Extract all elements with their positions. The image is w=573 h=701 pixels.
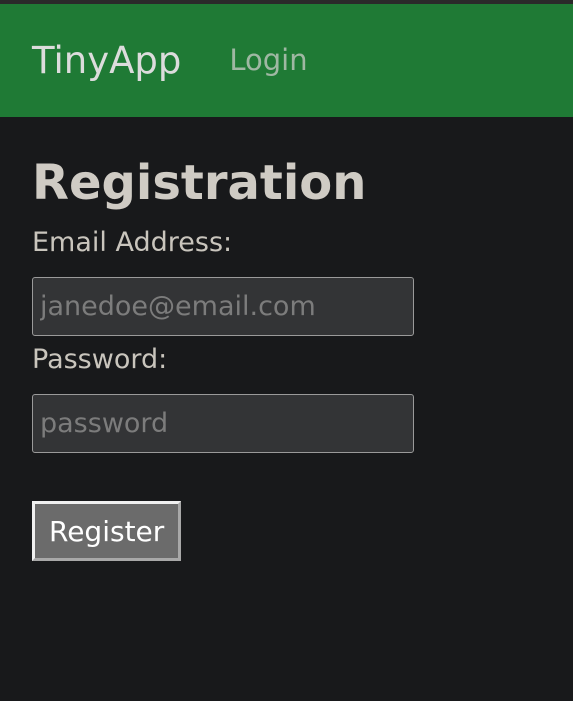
registration-page: Registration Email Address: Password: Re… [0, 117, 573, 562]
register-button[interactable]: Register [32, 501, 182, 562]
login-link[interactable]: Login [229, 46, 307, 75]
registration-form: Email Address: Password: Register [32, 227, 573, 562]
password-field[interactable] [32, 394, 414, 454]
navbar: TinyApp Login [0, 4, 573, 117]
page-title: Registration [32, 155, 367, 211]
email-field[interactable] [32, 276, 414, 336]
email-label: Email Address: [32, 226, 233, 258]
brand-link[interactable]: TinyApp [32, 42, 181, 79]
password-label: Password: [32, 343, 168, 375]
